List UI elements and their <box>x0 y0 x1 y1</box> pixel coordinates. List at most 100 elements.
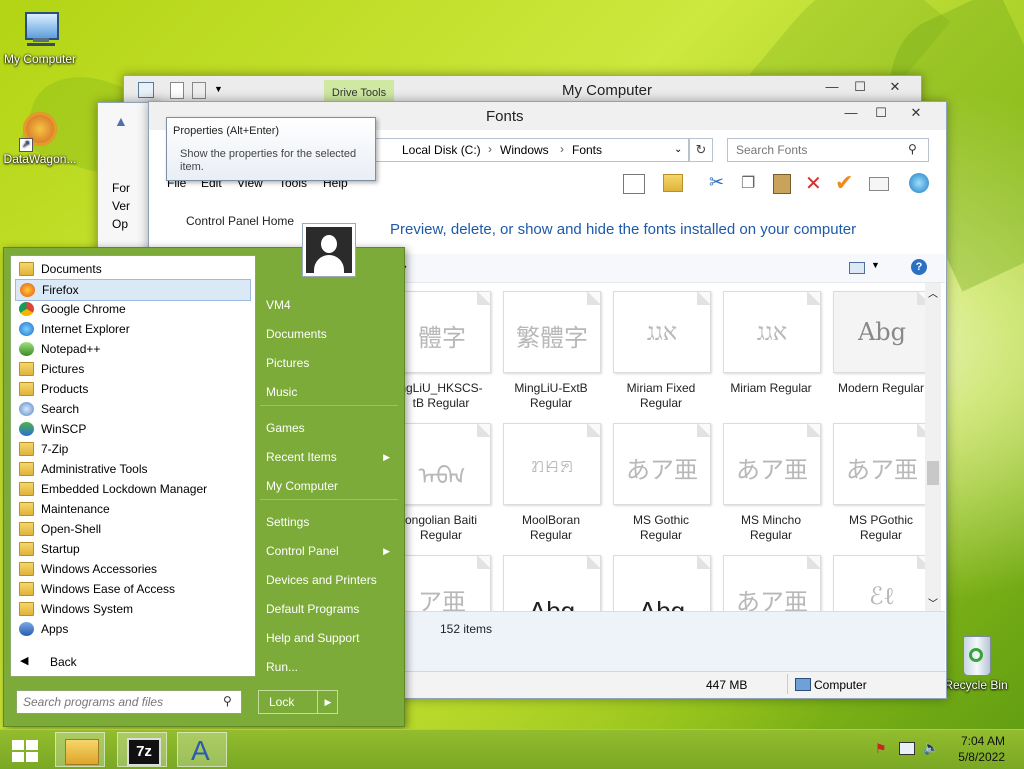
maximize-button[interactable]: ☐ <box>846 76 874 98</box>
vertical-scrollbar[interactable]: ︿ ﹀ <box>925 283 941 611</box>
program-item[interactable]: Notepad++ <box>15 339 251 359</box>
font-tile[interactable]: 繁體字 <box>503 291 601 373</box>
scroll-thumb[interactable] <box>927 461 939 485</box>
rename-icon[interactable] <box>869 177 889 191</box>
start-link[interactable]: Pictures <box>266 353 396 373</box>
globe-icon[interactable] <box>909 173 929 193</box>
program-item[interactable]: Windows Accessories <box>15 559 251 579</box>
network-icon[interactable] <box>899 742 915 755</box>
font-tile[interactable]: ᠠᠪᠬ <box>393 423 491 505</box>
desktop-icon-my-computer[interactable]: My Computer <box>0 10 81 66</box>
user-avatar[interactable] <box>302 223 356 277</box>
refresh-button[interactable]: ↻ <box>689 138 713 162</box>
start-link[interactable]: Devices and Printers <box>266 570 396 590</box>
start-link[interactable]: My Computer <box>266 476 396 496</box>
font-tile[interactable]: あア亜 <box>613 423 711 505</box>
chevron-down-icon[interactable]: ⌄ <box>674 144 682 155</box>
breadcrumb[interactable]: Local Disk (C:) <box>402 143 481 157</box>
properties-qat-icon[interactable] <box>138 82 154 98</box>
dropdown-icon[interactable]: ▼ <box>214 84 223 94</box>
program-item[interactable]: Documents <box>15 259 251 279</box>
close-button[interactable]: ✕ <box>872 76 918 98</box>
start-link[interactable]: Recent Items ▶ <box>266 447 396 467</box>
font-tile[interactable]: אגג <box>613 291 711 373</box>
page-qat-icon[interactable] <box>192 82 206 99</box>
maximize-button[interactable]: ☐ <box>867 102 895 124</box>
font-tile[interactable]: Abg <box>613 555 711 611</box>
start-link[interactable]: Run... <box>266 657 396 677</box>
program-item[interactable]: Internet Explorer <box>15 319 251 339</box>
program-item[interactable]: Pictures <box>15 359 251 379</box>
checkmark-icon[interactable]: ✔ <box>835 170 853 196</box>
delete-icon[interactable]: ✕ <box>805 171 822 196</box>
taskbar-7zip[interactable]: 7z <box>117 732 167 767</box>
paste-icon[interactable] <box>773 174 791 194</box>
program-item[interactable]: WinSCP <box>15 419 251 439</box>
program-item[interactable]: Apps <box>15 619 251 639</box>
start-link[interactable]: Control Panel ▶ <box>266 541 396 561</box>
search-icon[interactable]: ⚲ <box>223 694 232 708</box>
program-item[interactable]: Search <box>15 399 251 419</box>
control-panel-home-link[interactable]: Control Panel Home <box>186 214 294 228</box>
cut-icon[interactable]: ✂ <box>709 172 724 193</box>
program-item[interactable]: Windows System <box>15 599 251 619</box>
clock-date[interactable]: 5/8/2022 <box>953 750 1005 764</box>
font-tile[interactable]: ア亜 <box>393 555 491 611</box>
title-bar[interactable]: ▼ Drive Tools My Computer — ☐ ✕ <box>124 76 921 104</box>
clock-time[interactable]: 7:04 AM <box>957 734 1005 748</box>
view-options-icon[interactable] <box>849 262 865 274</box>
folder-options-icon[interactable] <box>663 174 683 192</box>
page-qat-icon[interactable] <box>170 82 184 99</box>
flag-icon[interactable]: ⚑ <box>875 741 887 757</box>
minimize-button[interactable]: — <box>818 76 846 98</box>
start-link[interactable]: Settings <box>266 512 396 532</box>
font-tile[interactable]: 體字 <box>393 291 491 373</box>
minimize-button[interactable]: — <box>837 102 865 124</box>
help-icon[interactable]: ? <box>911 259 927 275</box>
start-link[interactable]: Games <box>266 418 396 438</box>
start-link[interactable]: Documents <box>266 324 396 344</box>
font-tile[interactable]: Abg <box>503 555 601 611</box>
program-item[interactable]: Products <box>15 379 251 399</box>
program-item[interactable]: Embedded Lockdown Manager <box>15 479 251 499</box>
desktop-icon-datawagon[interactable]: ↗ DataWagon... <box>0 108 81 166</box>
program-item[interactable]: Open-Shell <box>15 519 251 539</box>
breadcrumb[interactable]: Windows <box>500 143 549 157</box>
volume-icon[interactable]: 🔈 <box>923 740 939 756</box>
start-link[interactable]: Default Programs <box>266 599 396 619</box>
desktop-icon-recycle-bin[interactable]: Recycle Bin <box>935 632 1017 692</box>
close-button[interactable]: ✕ <box>893 102 939 124</box>
program-item[interactable]: Firefox <box>15 279 251 301</box>
breadcrumb[interactable]: Fonts <box>572 143 602 157</box>
font-tile[interactable]: あア亜 <box>723 423 821 505</box>
program-item[interactable]: Administrative Tools <box>15 459 251 479</box>
font-tile[interactable]: אגג <box>723 291 821 373</box>
font-tile[interactable]: ℰℓ <box>833 555 929 611</box>
start-link[interactable]: Music <box>266 382 396 402</box>
start-link[interactable]: VM4 <box>266 295 396 315</box>
search-icon[interactable]: ⚲ <box>908 142 917 156</box>
start-search-input[interactable]: Search programs and files ⚲ <box>16 690 242 714</box>
qat-icons[interactable]: ▼ <box>132 82 223 99</box>
start-button[interactable] <box>0 732 46 767</box>
program-item[interactable]: 7-Zip <box>15 439 251 459</box>
program-item[interactable]: Windows Ease of Access <box>15 579 251 599</box>
view-dropdown-icon[interactable]: ▼ <box>871 260 880 270</box>
scroll-down-arrow[interactable]: ﹀ <box>928 595 938 610</box>
panes-icon[interactable] <box>623 174 645 194</box>
taskbar-fonts[interactable]: A <box>177 732 227 767</box>
font-tile[interactable]: あア亜 <box>723 555 821 611</box>
copy-icon[interactable]: ❐ <box>741 173 755 193</box>
font-tile[interactable]: Abg <box>833 291 929 373</box>
font-tile[interactable]: ꤊꤌꤎ <box>503 423 601 505</box>
program-item[interactable]: Maintenance <box>15 499 251 519</box>
start-menu[interactable]: Documents Firefox Google Chrome Internet Ex… <box>3 223 405 727</box>
program-item[interactable]: Startup <box>15 539 251 559</box>
back-button[interactable]: ◀ Back <box>18 653 248 671</box>
address-bar[interactable]: Local Disk (C:) › Windows › Fonts ⌄ <box>367 138 689 162</box>
taskbar-explorer[interactable] <box>55 732 105 767</box>
start-link[interactable]: Help and Support <box>266 628 396 648</box>
lock-button[interactable]: Lock ▶ <box>258 690 338 714</box>
search-fonts-input[interactable]: Search Fonts ⚲ <box>727 138 929 162</box>
lock-options-arrow[interactable]: ▶ <box>317 691 338 713</box>
